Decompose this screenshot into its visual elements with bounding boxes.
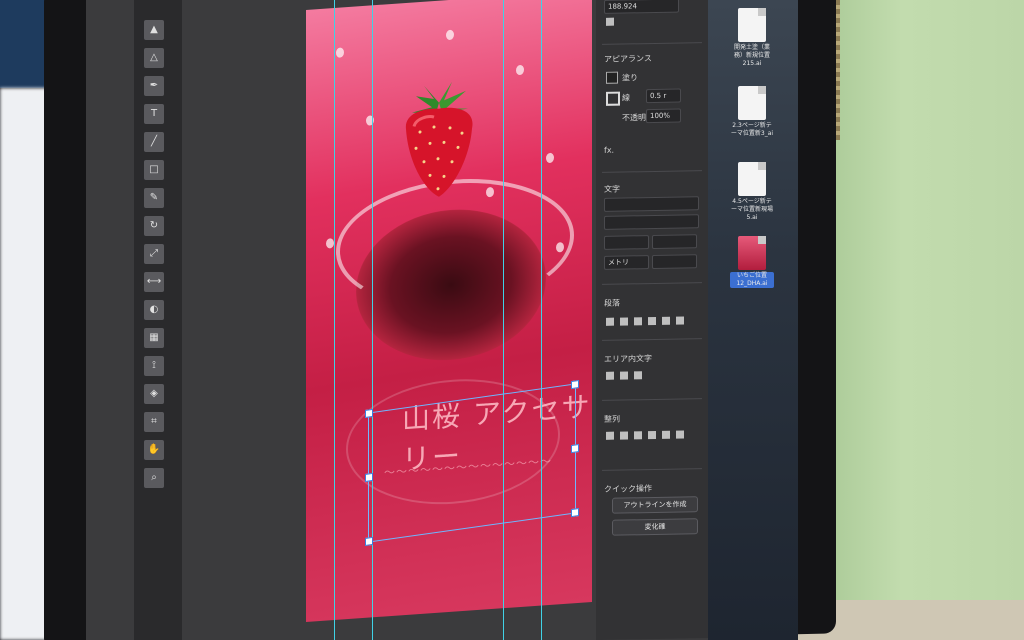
divider [602,398,702,401]
gradient-tool-icon[interactable]: ▦ [144,328,164,348]
area-align-middle-icon[interactable] [620,371,628,380]
scale-tool-icon[interactable]: ⤢ [144,244,164,264]
create-outlines-button[interactable]: アウトラインを作成 [612,496,698,514]
stroke-label: 線 [622,93,630,103]
width-tool-icon[interactable]: ⟷ [144,272,164,292]
desktop-file[interactable]: 開発土塗（業務）新規位置215.ai [730,8,774,68]
align-objects-top-icon[interactable] [648,430,656,440]
area-align-top-icon[interactable] [606,371,614,380]
artboard-tool-icon[interactable]: ⌗ [144,412,164,432]
tracking-field[interactable] [652,254,697,270]
divider [602,338,702,341]
align-objects-right-icon[interactable] [634,431,642,440]
area-align-bottom-icon[interactable] [634,371,642,380]
guide-line[interactable] [503,0,504,640]
link-icon[interactable] [606,17,614,26]
desktop-file-selected[interactable]: いちご位置12_DHA.ai [730,236,774,288]
fill-label: 塗り [622,73,638,83]
file-name: 2.3ページ新テーマ位置新3_ai [730,122,774,137]
desktop-area: 開発土塗（業務）新規位置215.ai 2.3ページ新テーマ位置新3_ai 4.5… [708,0,798,640]
align-objects-left-icon[interactable] [606,431,614,440]
desktop-file[interactable]: 4.5ページ新テーマ位置新現場5.ai [730,162,774,222]
font-family-dropdown[interactable] [604,196,699,212]
selection-handle[interactable] [571,507,579,518]
area-type-heading: エリア内文字 [604,354,652,364]
hand-tool-icon[interactable]: ✋ [144,440,164,460]
selection-handle[interactable] [365,408,373,419]
justify-all-icon[interactable] [676,316,684,325]
guide-line[interactable] [541,0,542,640]
selection-handle[interactable] [571,443,579,454]
align-heading: 整列 [604,414,620,424]
selection-handle[interactable] [365,536,373,547]
align-objects-middle-icon[interactable] [662,430,670,439]
opacity-field[interactable]: 100% [646,108,681,124]
transform-button[interactable]: 変化確 [612,518,698,536]
selection-tool-icon[interactable]: ▲ [144,20,164,40]
water-drop [546,152,554,164]
water-drop [446,29,454,41]
properties-panel: 188.924 アピアランス 塗り 線 0.5 r 不透明度 100% fx. … [596,0,708,640]
photo-scene: ▲ △ ✒ T ╱ □ ✎ ↻ ⤢ ⟷ ◐ ▦ ⟟ ◈ ⌗ ✋ ⌕ 山桜 アクセ… [0,0,1024,640]
water-drop [516,64,524,76]
align-right-icon[interactable] [634,317,642,326]
selection-handle[interactable] [571,379,579,390]
rectangle-tool-icon[interactable]: □ [144,160,164,180]
file-name: 開発土塗（業務）新規位置215.ai [733,44,770,67]
justify-center-icon[interactable] [662,316,670,325]
file-name: 4.5ページ新テーマ位置新現場5.ai [730,198,773,221]
water-drop [336,47,344,58]
quick-actions-heading: クイック操作 [604,484,652,494]
divider [602,170,702,173]
blend-tool-icon[interactable]: ◈ [144,384,164,404]
align-objects-bottom-icon[interactable] [676,430,684,439]
fx-label[interactable]: fx. [604,146,614,155]
selection-handle[interactable] [365,472,373,483]
guide-line[interactable] [334,0,335,640]
divider [602,42,702,45]
leading-field[interactable] [652,234,697,250]
background-wall [820,0,1024,640]
document-icon [738,8,766,42]
top-field[interactable]: 188.924 [604,0,679,14]
type-tool-icon[interactable]: T [144,104,164,124]
image-thumbnail-icon [738,236,766,270]
fill-swatch[interactable] [606,71,618,84]
brush-tool-icon[interactable]: ✎ [144,188,164,208]
eyedropper-tool-icon[interactable]: ⟟ [144,356,164,376]
rotate-tool-icon[interactable]: ↻ [144,216,164,236]
desktop-file[interactable]: 2.3ページ新テーマ位置新3_ai [730,86,774,138]
divider [602,282,702,285]
stroke-weight-field[interactable]: 0.5 r [646,88,681,104]
character-heading: 文字 [604,184,620,194]
font-size-field[interactable] [604,235,649,250]
document-icon [738,86,766,120]
align-center-icon[interactable] [620,317,628,326]
file-name: いちご位置12_DHA.ai [730,272,774,288]
stroke-swatch[interactable] [606,91,620,106]
tool-panel: ▲ △ ✒ T ╱ □ ✎ ↻ ⤢ ⟷ ◐ ▦ ⟟ ◈ ⌗ ✋ ⌕ [134,0,182,640]
shape-builder-tool-icon[interactable]: ◐ [144,300,164,320]
divider [602,468,702,471]
pen-tool-icon[interactable]: ✒ [144,76,164,96]
line-tool-icon[interactable]: ╱ [144,132,164,152]
direct-selection-tool-icon[interactable]: △ [144,48,164,68]
appearance-heading: アピアランス [604,54,652,64]
kerning-field[interactable]: メトリ [604,255,649,270]
zoom-tool-icon[interactable]: ⌕ [144,468,164,488]
font-style-dropdown[interactable] [604,214,699,230]
justify-left-icon[interactable] [648,316,656,326]
strawberry-image [405,81,473,197]
paragraph-heading: 段落 [604,298,620,308]
document-icon [738,162,766,196]
align-objects-center-icon[interactable] [620,431,628,440]
align-left-icon[interactable] [606,317,614,326]
water-drop [326,238,334,249]
